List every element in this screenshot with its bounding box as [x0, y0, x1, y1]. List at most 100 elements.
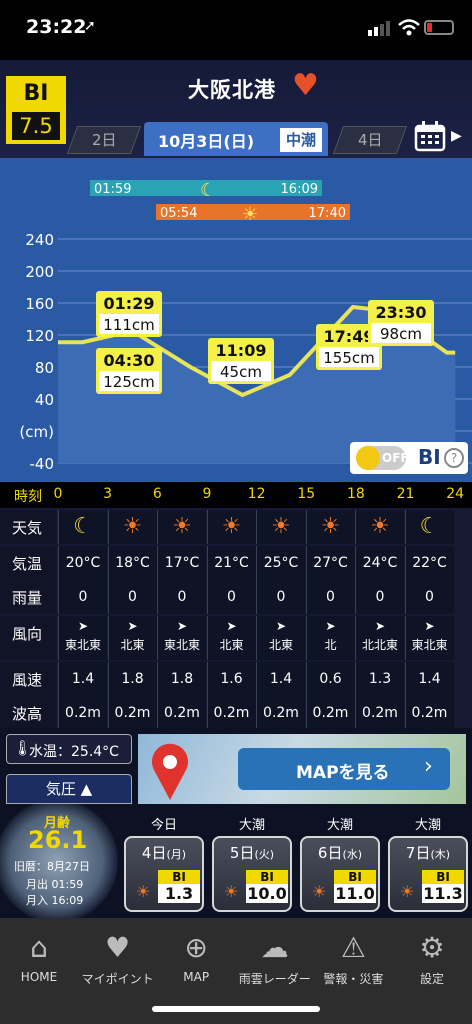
y-tick-label: (cm)	[19, 423, 54, 441]
hour-tick: 3	[103, 486, 113, 502]
tide-annotation: 23:30 98cm	[368, 300, 434, 346]
temp-cell: 20°C	[58, 546, 107, 580]
day-card-heading: 大潮	[238, 818, 265, 833]
day-card[interactable]: 4日(月) ☀ BI 1.3	[124, 836, 204, 912]
wind-dir-cell: ➤ 東北東	[58, 616, 107, 660]
bi-badge[interactable]: BI 7.5	[6, 76, 66, 144]
warning-icon: ⚠	[340, 931, 366, 964]
tide-chart-svg: 240 200 160 120 80 40 (cm) -40 01:59 16:09 05:54 17…	[0, 158, 472, 482]
sun-icon: ☀	[224, 882, 239, 901]
day-card-bi: BI 11.3	[422, 870, 464, 903]
wind-speed-cell: 1.4	[256, 662, 305, 696]
toggle-state: OFF	[382, 451, 409, 465]
annotation-time: 23:30	[376, 303, 427, 322]
current-date: 10月3日(日) 中潮	[144, 122, 328, 156]
sun-icon: ☀	[312, 882, 327, 901]
rain-cell: 0	[256, 580, 305, 614]
toggle-knob: OFF	[356, 446, 409, 470]
sun-icon: ☀	[355, 510, 404, 544]
day-card[interactable]: 5日(火) ☀ BI 10.0	[212, 836, 292, 912]
day-card[interactable]: 6日(水) ☀ BI 11.0	[300, 836, 380, 912]
day-card-date: 5日(火)	[229, 844, 275, 862]
tab-2[interactable]: ⊕ MAP	[157, 930, 235, 984]
wifi-icon	[398, 19, 420, 36]
wind-arrow-icon: ➤	[77, 619, 89, 633]
wind-speed-cell: 1.4	[404, 662, 454, 696]
map-view-button[interactable]: MAPを見る ›	[238, 748, 450, 790]
tab-3[interactable]: ☁ 雨雲レーダー	[236, 930, 314, 987]
moon-icon: ☾	[404, 510, 454, 544]
prev-day-button[interactable]: 2日	[66, 126, 142, 154]
sun-icon: ☀	[256, 510, 305, 544]
tide-chart: 240 200 160 120 80 40 (cm) -40 01:59 16:09 05:54 17…	[0, 158, 472, 482]
battery-icon	[424, 20, 454, 35]
wind-dir-label: 北	[324, 638, 337, 652]
tab-1[interactable]: ♥ マイポイント	[79, 930, 157, 987]
annotation-time: 11:09	[216, 341, 267, 360]
temp-cell: 22°C	[404, 546, 454, 580]
home-indicator	[152, 1006, 320, 1012]
rain-cell: 0	[157, 580, 206, 614]
map-panel[interactable]: MAPを見る ›	[138, 734, 466, 804]
tab-label: 設定	[419, 972, 444, 986]
wind-speed-cell: 1.4	[58, 662, 107, 696]
tide-type-label: 中潮	[280, 128, 322, 152]
sun-icon: ☀	[136, 882, 151, 901]
gear-icon: ⚙	[419, 931, 445, 964]
pressure-button[interactable]: 気圧 ▲	[6, 774, 132, 804]
y-tick-label: 40	[35, 391, 54, 409]
calendar-arrow-icon[interactable]: ▶	[451, 128, 462, 144]
wind-arrow-icon: ➤	[325, 619, 336, 633]
tab-5[interactable]: ⚙ 設定	[393, 930, 471, 987]
wind-arrow-icon: ➤	[424, 619, 435, 633]
moon-age-value: 26.1	[28, 826, 88, 854]
heart-icon: ♥	[105, 931, 131, 964]
wave-height-cell: 0.2m	[206, 696, 256, 730]
crosshair-icon: ⊕	[184, 931, 208, 964]
wind-dir-cell: ➤ 北北東	[355, 616, 404, 660]
wind-arrow-icon: ➤	[275, 619, 287, 633]
moon-set: 16:09	[281, 182, 318, 197]
prev-day-label: 2日	[91, 131, 117, 149]
temp-cell: 24°C	[355, 546, 404, 580]
hour-tick: 12	[247, 486, 266, 502]
hour-tick: 9	[202, 486, 212, 502]
hour-tick: 0	[53, 486, 63, 502]
water-temp: 🌡 水温：25.4°C	[6, 734, 132, 764]
row-label-wave: 波高	[0, 696, 56, 730]
tab-label: MAP	[183, 970, 210, 984]
wind-arrow-icon: ➤	[176, 619, 188, 633]
moon-icon: ☾	[200, 180, 216, 201]
wind-speed-cell: 1.6	[206, 662, 256, 696]
wind-speed-cell: 1.3	[355, 662, 404, 696]
pressure-label: 気圧	[45, 780, 76, 798]
hour-tick: 15	[297, 486, 316, 502]
sun-icon: ☀	[400, 882, 415, 901]
rain-cell: 0	[305, 580, 355, 614]
annotation-value: 111cm	[103, 316, 155, 334]
moonrise-time: 月出 01:59	[26, 878, 84, 891]
chevron-right-icon: ›	[424, 754, 433, 779]
wind-dir-cell: ➤ 東北東	[404, 616, 454, 660]
tide-annotation: 01:29 111cm	[96, 291, 162, 337]
hour-tick: 6	[152, 486, 162, 502]
next-day-button[interactable]: 4日	[332, 126, 408, 154]
wave-height-cell: 0.2m	[157, 696, 206, 730]
favorite-heart-icon[interactable]: ♥	[292, 68, 319, 103]
rain-cell: 0	[206, 580, 256, 614]
tab-0[interactable]: ⌂ HOME	[0, 930, 78, 984]
wind-dir-cell: ➤ 北東	[206, 616, 256, 660]
help-icon[interactable]: ?	[444, 448, 464, 468]
tab-4[interactable]: ⚠ 警報・災害	[314, 930, 392, 987]
y-tick-label: 200	[25, 263, 54, 281]
wind-dir-label: 北東	[219, 638, 244, 652]
day-card[interactable]: 7日(木) ☀ BI 11.3	[388, 836, 468, 912]
day-card-date: 6日(水)	[317, 844, 363, 862]
hour-tick: 21	[396, 486, 415, 502]
wind-speed-cell: 1.8	[107, 662, 157, 696]
row-label-wdir: 風向	[0, 616, 56, 660]
bi-toggle[interactable]: OFF BI ?	[350, 442, 468, 474]
hour-tick: 18	[346, 486, 365, 502]
calendar-icon[interactable]	[414, 120, 448, 152]
tab-label: HOME	[20, 970, 58, 984]
